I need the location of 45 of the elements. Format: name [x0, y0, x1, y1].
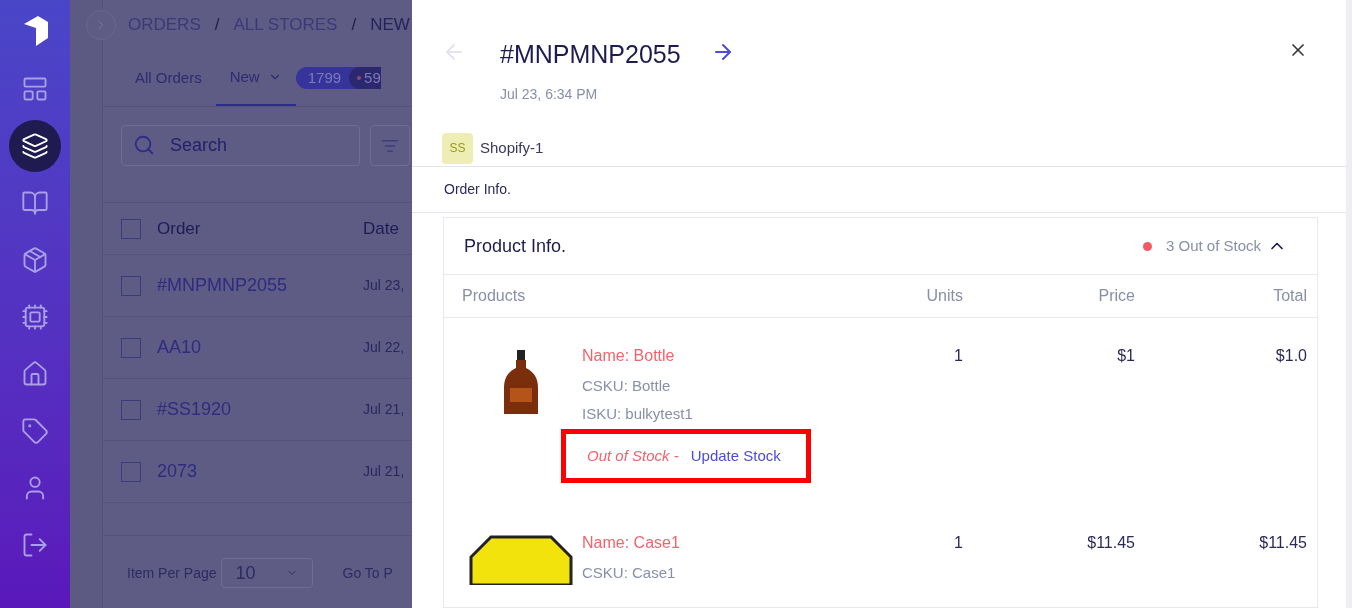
units-cell-text: 1 — [953, 346, 963, 366]
section-title: Order Info. — [444, 180, 511, 200]
count-text: 1799 — [307, 67, 343, 88]
breadcrumb-separator: / — [214, 14, 220, 37]
layers-icon — [21, 131, 49, 160]
product-name: Name: Case1 — [582, 533, 681, 553]
tag-icon — [21, 416, 49, 445]
checkbox[interactable] — [121, 461, 141, 482]
product-isku: ISKU: bulkytest1 — [582, 403, 694, 424]
checkbox[interactable] — [121, 275, 141, 296]
filter-button[interactable] — [370, 125, 410, 166]
store-name: Shopify-1 — [480, 138, 544, 158]
store-badge: SS — [442, 132, 473, 164]
column-header: Price — [1097, 286, 1135, 306]
chip-icon — [21, 302, 49, 331]
card-title: Product Info. — [464, 234, 567, 258]
product-csku: CSKU: Case1 — [582, 563, 677, 583]
price-cell-text: $11.45 — [1086, 533, 1135, 553]
column-header: Units — [925, 286, 963, 306]
search-icon — [133, 134, 155, 156]
update-stock-link[interactable]: Update Stock — [690, 444, 781, 468]
stock-status: 3 Out of Stock — [1165, 235, 1261, 256]
column-header: Total — [1272, 286, 1307, 306]
column-header: Order — [157, 217, 202, 240]
out-of-stock-label: Out of Stock - — [587, 445, 679, 466]
units-cell-text: 1 — [953, 533, 963, 553]
count-text: 59 — [349, 67, 381, 89]
product-csku: CSKU: Bottle — [582, 376, 672, 396]
total-cell-text: $1.0 — [1274, 346, 1307, 366]
order-title: #MNPMNP2055 — [500, 39, 681, 70]
order-date: Jul 23, 6:34 PM — [500, 84, 599, 104]
box-icon — [21, 245, 49, 274]
checkbox[interactable] — [121, 337, 141, 358]
product-name: Name: Bottle — [582, 346, 676, 366]
breadcrumb-separator: / — [351, 14, 357, 37]
column-header: Date — [363, 217, 399, 240]
breadcrumb-link[interactable]: NEW — [370, 12, 410, 38]
search-field[interactable]: Search — [121, 125, 360, 166]
home-icon — [21, 359, 49, 388]
column-header: Products — [462, 286, 527, 306]
checkbox[interactable] — [121, 218, 141, 239]
checkbox[interactable] — [121, 399, 141, 420]
price-cell-text: $1 — [1116, 346, 1135, 366]
sidebar-item[interactable] — [9, 119, 61, 172]
total-cell-text: $11.45 — [1258, 533, 1307, 553]
